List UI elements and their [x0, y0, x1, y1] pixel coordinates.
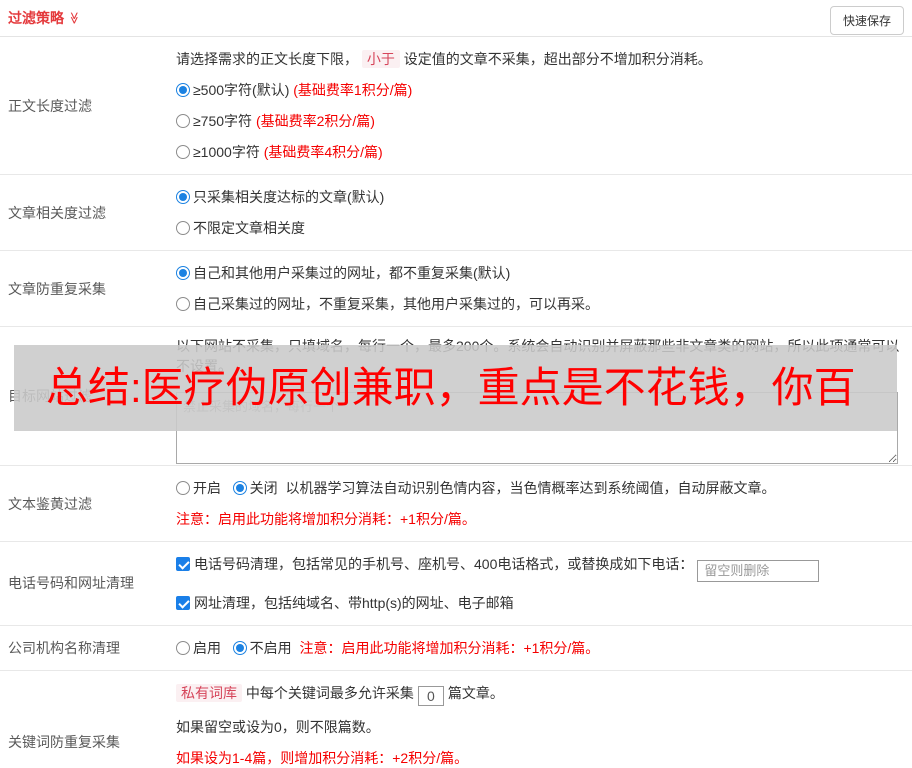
porn-filter-description: 以机器学习算法自动识别色情内容，当色情概率达到系统阈值，自动屏蔽文章。	[285, 480, 776, 496]
option-dedup-all-users: 自己和其他用户采集过的网址，都不重复采集(默认)	[176, 263, 904, 283]
fee-note: (基础费率2积分/篇)	[255, 113, 375, 129]
row-content: 开启 关闭 以机器学习算法自动识别色情内容，当色情概率达到系统阈值，自动屏蔽文章…	[176, 466, 912, 541]
row-content: 只采集相关度达标的文章(默认) 不限定文章相关度	[176, 175, 912, 250]
option-relevance-any: 不限定文章相关度	[176, 218, 904, 238]
watermark-overlay-text: 总结:医疗伪原创兼职，重点是不花钱，你百	[46, 364, 856, 411]
radio-porn-filter-on[interactable]	[176, 481, 190, 495]
row-label: 电话号码和网址清理	[8, 575, 134, 592]
row-phone-url-clean: 电话号码和网址清理 电话号码清理，包括常见的手机号、座机号、400电话格式，或替…	[0, 542, 912, 626]
less-than-highlight: 小于	[361, 50, 400, 68]
row-label: 文章相关度过滤	[8, 204, 106, 221]
radio-relevance-only[interactable]	[176, 190, 190, 204]
url-clean-option: 网址清理，包括纯域名、带http(s)的网址、电子邮箱	[176, 593, 904, 613]
filter-strategy-page: 过滤策略 ≫ 快速保存 正文长度过滤 请选择需求的正文长度下限， 小于 设定值的…	[0, 0, 912, 768]
row-target-site-filter: 目标网站过滤 以下网站不采集，只填域名，每行一个，最多200个。系统会自动识别并…	[0, 327, 912, 466]
option-label: 自己采集过的网址，不重复采集，其他用户采集过的，可以再采。	[193, 296, 599, 312]
row-content: 启用 不启用 注意：启用此功能将增加积分消耗：+1积分/篇。	[176, 626, 912, 670]
replacement-phone-input[interactable]	[697, 559, 820, 582]
row-content: 请选择需求的正文长度下限， 小于 设定值的文章不采集，超出部分不增加积分消耗。 …	[176, 37, 912, 174]
option-label: 自己和其他用户采集过的网址，都不重复采集(默认)	[193, 265, 511, 281]
row-content: 私有词库 中每个关键词最多允许采集 篇文章。 如果留空或设为0，则不限篇数。 如果…	[176, 671, 912, 768]
radio-1000-chars[interactable]	[176, 145, 190, 159]
radio-porn-filter-off[interactable]	[232, 481, 247, 495]
row-label: 关键词防重复采集	[8, 733, 120, 750]
row-relevance-filter: 文章相关度过滤 只采集相关度达标的文章(默认) 不限定文章相关度	[0, 175, 912, 251]
phone-clean-option: 电话号码清理，包括常见的手机号、座机号、400电话格式，或替换成如下电话：	[176, 554, 904, 582]
row-label: 文本鉴黄过滤	[8, 495, 92, 512]
page-header: 过滤策略 ≫ 快速保存	[0, 0, 912, 37]
option-label: 关闭	[249, 480, 278, 496]
option-label: ≥1000字符	[193, 144, 260, 160]
row-anti-duplicate: 文章防重复采集 自己和其他用户采集过的网址，都不重复采集(默认) 自己采集过的网…	[0, 251, 912, 327]
option-label: 不限定文章相关度	[193, 220, 305, 236]
option-relevance-only: 只采集相关度达标的文章(默认)	[176, 187, 904, 207]
row-content: 自己和其他用户采集过的网址，都不重复采集(默认) 自己采集过的网址，不重复采集，…	[176, 251, 912, 326]
chevron-down-icon: ≫	[67, 11, 82, 25]
row-content: 电话号码清理，包括常见的手机号、座机号、400电话格式，或替换成如下电话： 网址…	[176, 542, 912, 625]
option-label: ≥750字符	[193, 113, 253, 129]
radio-company-clean-off[interactable]	[232, 640, 247, 655]
keyword-limit-text: 中每个关键词最多允许采集	[245, 684, 414, 701]
page-title[interactable]: 过滤策略	[8, 8, 64, 28]
option-500-chars: ≥500字符(默认) (基础费率1积分/篇)	[176, 80, 904, 100]
option-dedup-self-only: 自己采集过的网址，不重复采集，其他用户采集过的，可以再采。	[176, 294, 904, 314]
row-porn-filter: 文本鉴黄过滤 开启 关闭 以机器学习算法自动识别色情内容，当色情概率达到系统阈值…	[0, 466, 912, 542]
company-clean-options: 启用 不启用 注意：启用此功能将增加积分消耗：+1积分/篇。	[176, 638, 904, 658]
row-label: 文章防重复采集	[8, 280, 106, 297]
fee-note: (基础费率4积分/篇)	[263, 144, 383, 160]
option-1000-chars: ≥1000字符 (基础费率4积分/篇)	[176, 142, 904, 162]
checkbox-phone-clean[interactable]	[176, 557, 190, 571]
content-length-intro: 请选择需求的正文长度下限， 小于 设定值的文章不采集，超出部分不增加积分消耗。	[176, 49, 904, 69]
option-label: ≥500字符(默认)	[193, 82, 290, 98]
company-clean-note: 注意：启用此功能将增加积分消耗：+1积分/篇。	[299, 639, 600, 656]
option-750-chars: ≥750字符 (基础费率2积分/篇)	[176, 111, 904, 131]
option-label: 只采集相关度达标的文章(默认)	[193, 189, 385, 205]
quick-save-button[interactable]: 快速保存	[829, 6, 904, 35]
keyword-limit-line: 私有词库 中每个关键词最多允许采集 篇文章。	[176, 683, 904, 706]
checkbox-url-clean[interactable]	[176, 595, 190, 610]
option-label: 开启	[193, 480, 221, 496]
row-company-clean: 公司机构名称清理 启用 不启用 注意：启用此功能将增加积分消耗：+1积分/篇。	[0, 626, 912, 671]
row-label: 公司机构名称清理	[8, 639, 120, 656]
radio-dedup-self-only[interactable]	[176, 297, 190, 311]
option-label: 不启用	[249, 639, 292, 656]
radio-500-chars[interactable]	[176, 83, 190, 97]
option-label: 网址清理，包括纯域名、带http(s)的网址、电子邮箱	[194, 594, 514, 611]
porn-filter-options: 开启 关闭 以机器学习算法自动识别色情内容，当色情概率达到系统阈值，自动屏蔽文章…	[176, 478, 904, 498]
fee-note: (基础费率1积分/篇)	[293, 82, 413, 98]
option-label: 启用	[193, 639, 221, 656]
row-label: 正文长度过滤	[8, 97, 92, 114]
watermark-overlay-banner: 总结:医疗伪原创兼职，重点是不花钱，你百	[14, 345, 897, 431]
keyword-limit-unit: 篇文章。	[447, 684, 504, 701]
option-label: 电话号码清理，包括常见的手机号、座机号、400电话格式，或替换成如下电话：	[194, 556, 694, 572]
radio-750-chars[interactable]	[176, 114, 190, 128]
keyword-limit-input[interactable]	[417, 685, 444, 706]
radio-company-clean-on[interactable]	[176, 640, 190, 655]
row-content-length-filter: 正文长度过滤 请选择需求的正文长度下限， 小于 设定值的文章不采集，超出部分不增…	[0, 37, 912, 175]
keyword-note-fee: 如果设为1-4篇，则增加积分消耗：+2积分/篇。	[176, 749, 469, 766]
intro-text-pre: 请选择需求的正文长度下限，	[176, 51, 358, 67]
intro-text-post: 设定值的文章不采集，超出部分不增加积分消耗。	[403, 51, 712, 67]
keyword-note-unlimited: 如果留空或设为0，则不限篇数。	[176, 718, 380, 735]
radio-relevance-any[interactable]	[176, 221, 190, 235]
radio-dedup-all-users[interactable]	[176, 266, 190, 280]
row-keyword-dedup: 关键词防重复采集 私有词库 中每个关键词最多允许采集 篇文章。 如果留空或设为0，…	[0, 671, 912, 768]
porn-filter-note: 注意：启用此功能将增加积分消耗：+1积分/篇。	[176, 511, 476, 527]
private-lexicon-link[interactable]: 私有词库	[176, 683, 242, 702]
